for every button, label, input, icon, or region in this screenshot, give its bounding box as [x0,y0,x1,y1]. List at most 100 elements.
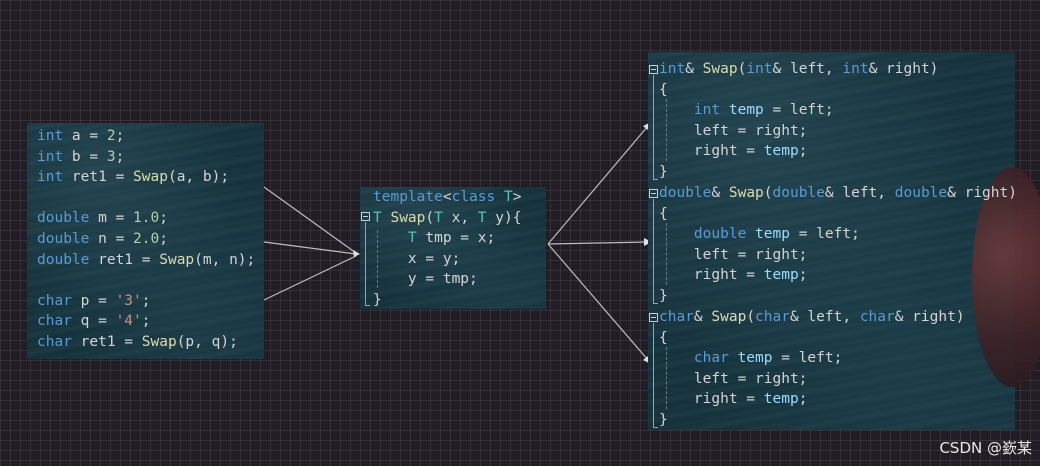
code-line: char q = '4'; [37,311,151,331]
indent-guide [377,230,378,288]
code-token: char [659,309,694,325]
code-token: Swap [159,251,195,268]
collapse-toggle-icon[interactable] [649,313,658,322]
code-line: char temp = left; [659,348,842,368]
code-token: Swap [390,209,426,226]
code-token: temp [763,391,799,408]
code-token: template [373,189,443,205]
code-token: ret1 = [89,251,160,268]
code-token: temp [737,350,773,367]
code-token: < [442,189,452,205]
code-token: & left, [824,185,895,201]
scope-line [653,323,654,427]
code-line: int& Swap(int& left, int& right) [659,59,938,79]
code-token: temp [763,267,799,284]
code-token: '4' [115,313,142,330]
code-token: double [693,226,747,243]
code-token: right = [659,391,764,408]
code-token: ; [141,313,151,330]
code-token: double [37,231,90,247]
code-line: { [659,80,668,100]
code-token: T [477,209,487,226]
collapse-toggle-icon[interactable] [649,65,658,74]
code-line: double m = 1.0; [37,208,168,228]
code-line: double temp = left; [659,224,860,244]
code-token: } [659,412,668,428]
code-token: right = [659,267,764,284]
code-token: int [746,61,773,77]
code-token: a = [63,128,107,144]
code-token: = left; [772,350,843,367]
code-token: ( [763,185,773,201]
code-token: left = right; [659,122,808,139]
code-token: = left; [789,226,860,243]
code-line: } [373,290,382,310]
code-token: > [512,189,522,205]
indent-guide [666,223,667,285]
code-token: ; [798,391,808,408]
instantiated-functions-panel: int& Swap(int& left, int& right){ int te… [648,52,1040,430]
code-token: & right) [868,61,939,77]
code-token: ; [159,231,168,247]
code-line: char p = '3'; [37,291,151,311]
code-line: double& Swap(double& left, double& right… [659,183,1017,203]
code-token: Swap [728,185,764,201]
code-token: (p, q); [176,334,238,350]
code-token: & [693,309,712,325]
code-token: tmp = x; [416,230,496,247]
code-token: = left; [763,102,834,119]
scope-line [653,75,654,179]
code-token: & left, [772,61,843,77]
indent-guide [666,347,667,409]
code-token: ( [746,309,756,325]
code-line: char ret1 = Swap(p, q); [37,332,238,352]
code-token: int [659,61,686,77]
code-token: temp [728,102,764,119]
arrow-char-to-template [263,255,357,301]
code-line: int a = 2; [37,126,124,146]
code-token: q = [71,313,116,330]
code-token: Swap [702,61,738,77]
code-token: left = right; [659,370,808,387]
scope-end-hook [365,305,370,306]
code-line: y = tmp; [373,269,478,289]
code-token: (m, n); [194,251,256,268]
code-token: char [693,350,729,367]
code-token: { [659,81,668,98]
arrow-template-to-double [547,241,649,245]
code-token: m = [89,210,134,227]
collapse-toggle-icon[interactable] [361,212,370,221]
code-token: y){ [486,209,522,226]
code-token: temp [755,226,790,243]
code-line: left = right; [659,121,808,141]
code-token: ret1 = [71,334,142,350]
code-line: x = y; [373,249,460,269]
code-token: 2 [106,128,116,144]
code-token: ( [425,209,435,226]
code-token: '3' [115,292,142,309]
code-token: right = [659,143,764,160]
code-token: ; [115,128,125,144]
scope-end-hook [653,179,658,180]
code-token: Swap [141,334,177,350]
code-token: } [373,292,382,308]
code-token: x, [442,209,478,226]
collapse-toggle-icon[interactable] [649,189,658,198]
code-token: ret1 = [63,169,134,186]
code-token: class [451,189,496,205]
watermark: CSDN @嶔某 [939,439,1032,457]
code-line: left = right; [659,245,808,265]
code-token: } [659,288,668,304]
code-token: & right) [947,185,1017,201]
code-token: T [373,209,382,226]
code-token: ; [141,292,151,309]
arrow-template-to-int [547,125,649,245]
call-site-code-panel: int a = 2; int b = 3; int ret1 = Swap(a, b… [27,123,264,359]
code-token: { [659,205,668,222]
code-token: double [37,251,90,268]
